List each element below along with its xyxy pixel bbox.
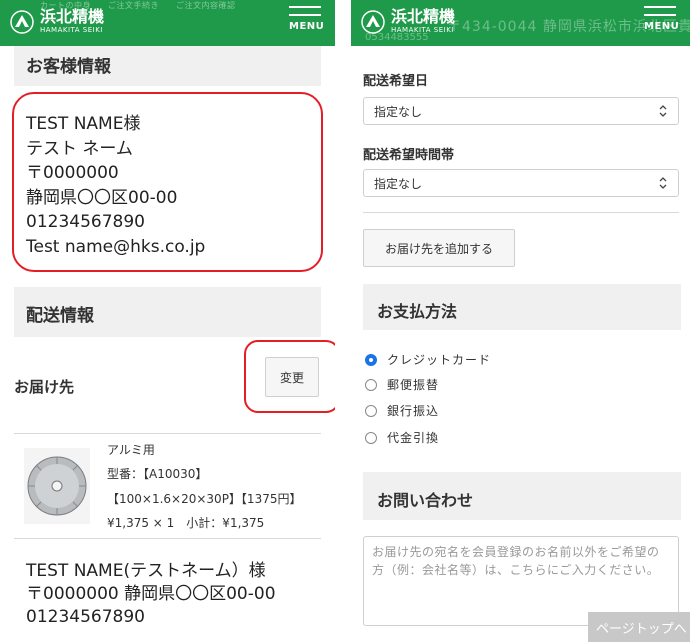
payment-option-label: 銀行振込 — [387, 404, 440, 418]
delivery-time-select[interactable]: 指定なし — [363, 169, 679, 197]
product-model: 型番：【A10030】 — [107, 467, 208, 481]
customer-info: TEST NAME様 テスト ネーム 〒0000000 静岡県〇〇区00-00 … — [26, 112, 205, 259]
address-name: TEST NAME(テストネーム）様 — [26, 561, 266, 581]
brand-name-jp: 浜北精機 — [40, 7, 105, 26]
brand-name-jp: 浜北精機 — [391, 7, 456, 26]
change-button[interactable]: 変更 — [265, 357, 319, 397]
site-header: カートの中身 ご注文手続き ご注文内容確認 浜北精機 HAMAKITA SEIK… — [0, 0, 335, 46]
menu-button[interactable]: MENU — [289, 6, 325, 32]
payment-option-postal[interactable]: 郵便振替 — [365, 376, 439, 393]
page-top-button[interactable]: ページトップへ — [588, 612, 690, 642]
logo-icon — [10, 9, 34, 34]
menu-button[interactable]: MENU — [644, 6, 680, 32]
right-panel: 〒434-0044 静岡県浜松市浜北区貴布祢1443 0534483555 浜北… — [351, 0, 690, 642]
payment-option-bank[interactable]: 銀行振込 — [365, 402, 439, 419]
select-arrows-icon — [659, 177, 667, 189]
radio-icon[interactable] — [365, 431, 377, 444]
destination-label: お届け先 — [14, 378, 75, 396]
payment-option-label: クレジットカード — [387, 353, 492, 367]
radio-icon[interactable] — [365, 404, 377, 417]
payment-title: お支払方法 — [377, 302, 458, 321]
site-header: 〒434-0044 静岡県浜松市浜北区貴布祢1443 0534483555 浜北… — [351, 0, 690, 46]
site-logo[interactable]: 浜北精機 HAMAKITA SEIKI — [361, 9, 455, 34]
address-line: 〒0000000 静岡県〇〇区00-00 — [26, 584, 276, 604]
brand-name-en: HAMAKITA SEIKI — [40, 26, 103, 34]
product-price: ¥1,375 × 1 小計：¥1,375 — [107, 516, 265, 530]
divider — [14, 538, 321, 539]
divider — [363, 212, 679, 213]
delivery-date-label: 配送希望日 — [363, 74, 429, 89]
customer-address: 静岡県〇〇区00-00 — [26, 187, 178, 208]
payment-option-cod[interactable]: 代金引換 — [365, 429, 439, 446]
divider — [14, 433, 321, 434]
delivery-time-value: 指定なし — [374, 176, 423, 191]
product-image — [24, 448, 90, 524]
delivery-time-label: 配送希望時間帯 — [363, 148, 455, 163]
hamburger-icon — [289, 6, 321, 8]
brand-name-en: HAMAKITA SEIKI — [391, 26, 454, 34]
delivery-address: TEST NAME(テストネーム）様 〒0000000 静岡県〇〇区00-00 … — [26, 560, 276, 629]
payment-option-credit[interactable]: クレジットカード — [365, 351, 491, 368]
payment-option-label: 郵便振替 — [387, 378, 440, 392]
select-arrows-icon — [659, 105, 667, 117]
delivery-date-select[interactable]: 指定なし — [363, 97, 679, 125]
customer-phone: 01234567890 — [26, 212, 145, 232]
customer-kana: テスト ネーム — [26, 138, 133, 159]
delivery-date-value: 指定なし — [374, 104, 423, 119]
hamburger-icon — [644, 6, 676, 8]
address-phone: 01234567890 — [26, 607, 145, 627]
payment-option-label: 代金引換 — [387, 431, 440, 445]
logo-icon — [361, 9, 385, 34]
shipping-section-title: 配送情報 — [26, 306, 94, 326]
product-category: アルミ用 — [107, 443, 155, 457]
customer-zip: 〒0000000 — [26, 163, 119, 183]
menu-label: MENU — [644, 21, 680, 32]
customer-name: TEST NAME様 — [26, 114, 141, 134]
product-spec: 【100×1.6×20×30P】【1375円】 — [107, 492, 302, 506]
customer-email: Test name@hks.co.jp — [26, 236, 206, 257]
site-logo[interactable]: 浜北精機 HAMAKITA SEIKI — [10, 9, 104, 34]
saw-blade-icon — [27, 456, 87, 516]
menu-label: MENU — [289, 21, 325, 32]
left-panel: カートの中身 ご注文手続き ご注文内容確認 浜北精機 HAMAKITA SEIK… — [0, 0, 335, 642]
customer-section-title: お客様情報 — [26, 57, 111, 77]
radio-checked-icon[interactable] — [365, 353, 377, 366]
inquiry-title: お問い合わせ — [377, 491, 474, 510]
radio-icon[interactable] — [365, 378, 377, 391]
add-destination-button[interactable]: お届け先を追加する — [363, 229, 515, 267]
